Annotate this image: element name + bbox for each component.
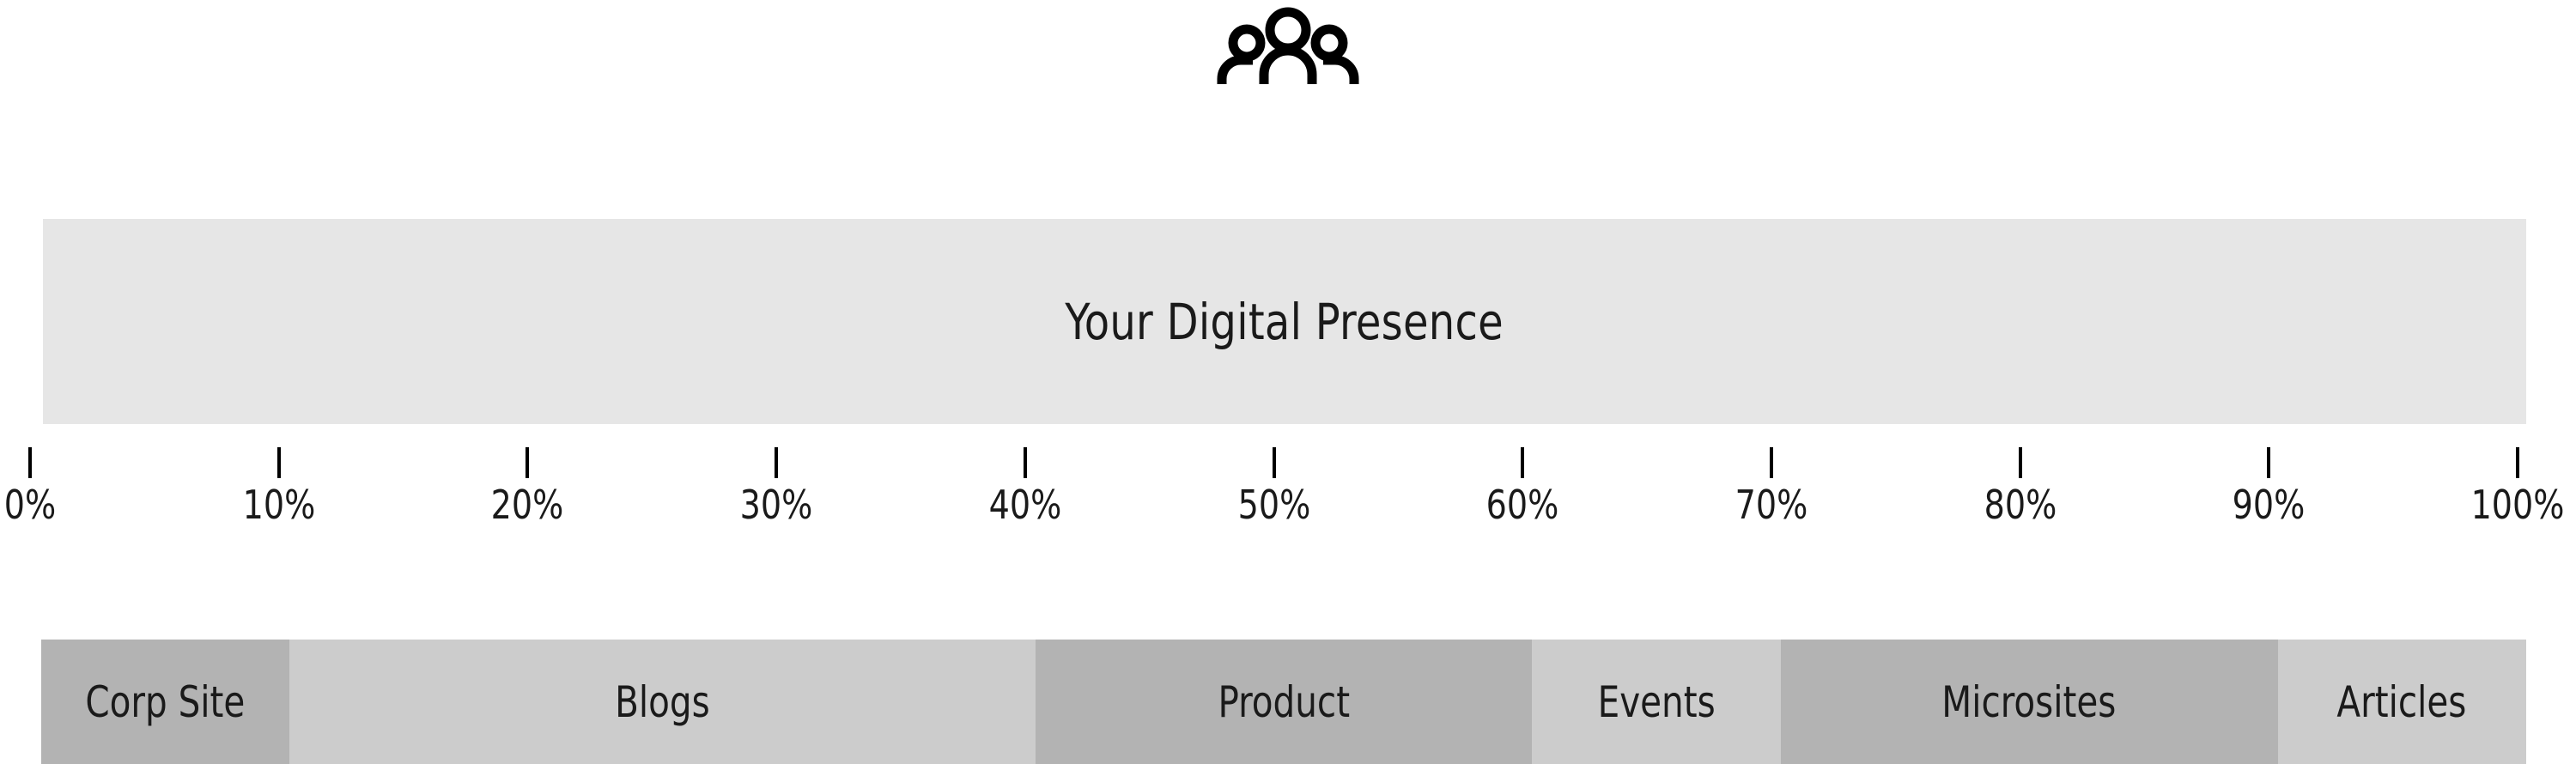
tick-mark-icon <box>2267 447 2271 478</box>
people-group-icon <box>1215 7 1361 84</box>
channel-segment-label: Microsites <box>1941 676 2117 727</box>
axis-tick-label: 10% <box>242 482 316 528</box>
tick-mark-icon <box>1769 447 1773 478</box>
channel-segment-label: Blogs <box>615 676 710 727</box>
percentage-axis: 0% 10% 20% 30% 40% 50% 60% 70% 80% 90% 100% <box>0 423 2576 561</box>
channel-segment[interactable]: Microsites <box>1780 640 2278 764</box>
channel-segment-label: Articles <box>2336 676 2467 727</box>
channel-segment[interactable]: Events <box>1532 640 1781 764</box>
tick-mark-icon <box>2516 447 2519 478</box>
channel-segment-bar: Corp Site Blogs Product Events Microsites Art… <box>41 640 2526 764</box>
tick-mark-icon <box>276 447 281 478</box>
channel-segment-label: Product <box>1218 676 1350 727</box>
channel-segment[interactable]: Blogs <box>289 640 1036 764</box>
tick-mark-icon <box>1023 447 1027 478</box>
axis-tick-label: 30% <box>739 482 813 528</box>
channel-segment-label: Events <box>1597 676 1716 727</box>
axis-tick-label: 70% <box>1735 482 1808 528</box>
axis-tick-label: 90% <box>2232 482 2306 528</box>
channel-segment[interactable]: Product <box>1035 640 1533 764</box>
channel-segment-label: Corp Site <box>85 676 246 727</box>
axis-tick-label: 80% <box>1984 482 2057 528</box>
channel-segment[interactable]: Articles <box>2277 640 2526 764</box>
tick-mark-icon <box>1521 447 1525 478</box>
tick-mark-icon <box>28 447 32 478</box>
axis-tick-label: 100% <box>2470 482 2565 528</box>
page-title: Your Digital Presence <box>1065 292 1504 351</box>
tick-mark-icon <box>2018 447 2022 478</box>
axis-tick-label: 40% <box>988 482 1062 528</box>
axis-tick-label: 20% <box>491 482 564 528</box>
axis-tick-label: 60% <box>1485 482 1559 528</box>
infographic-canvas: Your Digital Presence 0% 10% 20% 30% 40% 50% 6… <box>0 0 2576 764</box>
axis-tick-label: 50% <box>1237 482 1310 528</box>
tick-mark-icon <box>775 447 779 478</box>
axis-tick-label: 0% <box>3 482 57 528</box>
tick-mark-icon <box>526 447 530 478</box>
channel-segment[interactable]: Corp Site <box>41 640 290 764</box>
tick-mark-icon <box>1272 447 1276 478</box>
digital-presence-band: Your Digital Presence <box>43 219 2526 424</box>
